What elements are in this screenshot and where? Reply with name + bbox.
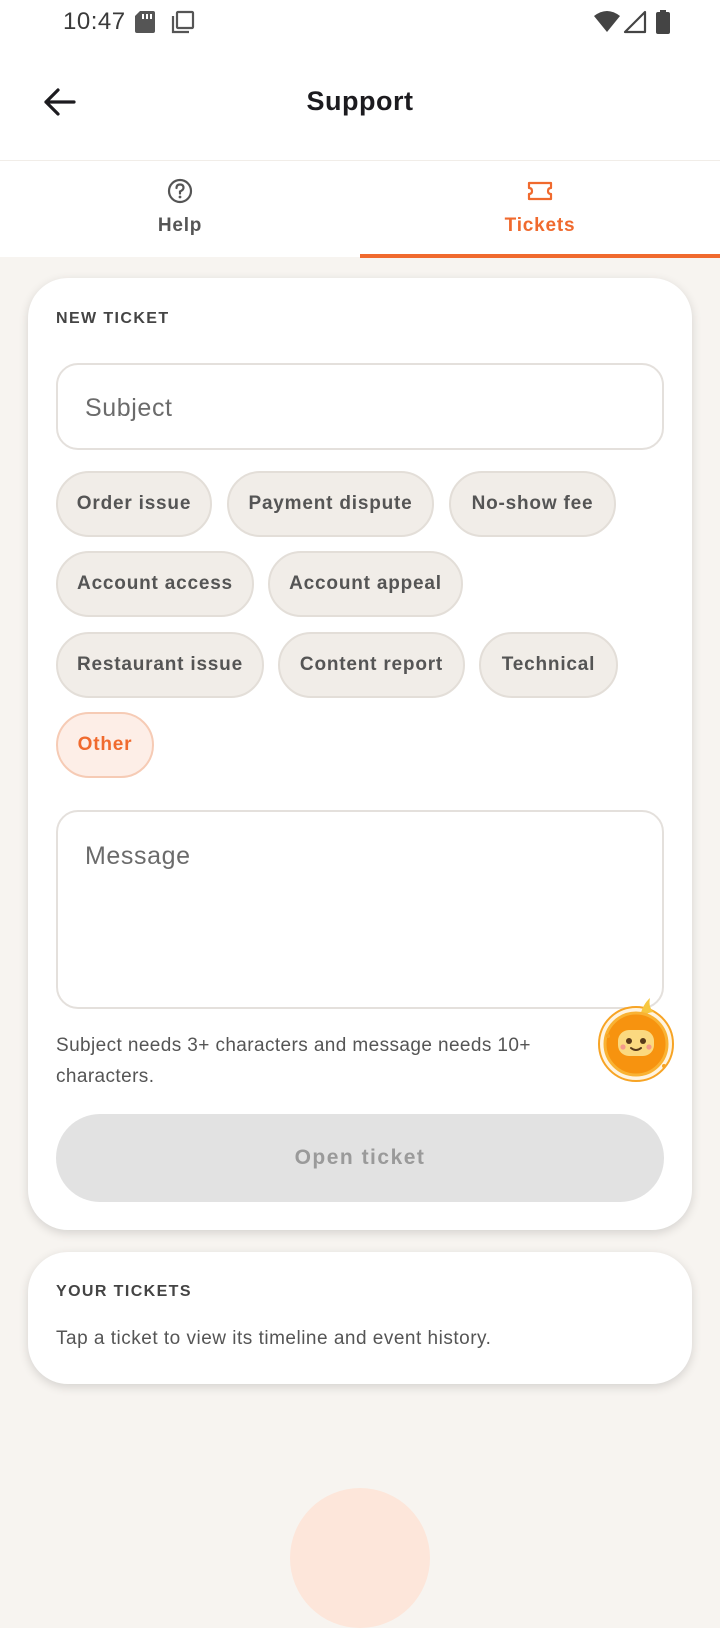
status-time: 10:47 bbox=[63, 8, 126, 35]
subject-input[interactable]: Subject bbox=[56, 363, 664, 450]
tab-indicator bbox=[360, 254, 720, 258]
new-ticket-card: NEW TICKET Subject Order issue Payment d… bbox=[28, 278, 692, 1230]
status-bar: 10:47 bbox=[0, 0, 720, 44]
chip-no-show-fee[interactable]: No-show fee bbox=[449, 471, 616, 537]
decorative-blob bbox=[290, 1488, 430, 1628]
app-bar: Support bbox=[0, 44, 720, 160]
chip-account-access[interactable]: Account access bbox=[56, 551, 254, 617]
subject-placeholder: Subject bbox=[85, 394, 173, 422]
open-ticket-button[interactable]: Open ticket bbox=[56, 1114, 664, 1202]
tab-tickets[interactable]: Tickets bbox=[360, 161, 720, 258]
validation-hint: Subject needs 3+ characters and message … bbox=[56, 1035, 531, 1087]
your-tickets-title: YOUR TICKETS bbox=[56, 1283, 192, 1300]
message-placeholder: Message bbox=[85, 842, 191, 870]
assistant-mascot-button[interactable] bbox=[596, 996, 678, 1086]
tab-help-label: Help bbox=[157, 215, 203, 236]
page-title: Support bbox=[306, 86, 414, 116]
signal-icon bbox=[623, 10, 647, 34]
your-tickets-empty-text: Tap a ticket to view its timeline and ev… bbox=[56, 1328, 492, 1349]
ticket-icon bbox=[527, 181, 553, 201]
chip-content-report[interactable]: Content report bbox=[278, 632, 465, 698]
tab-bar: Help Tickets bbox=[0, 160, 720, 258]
screenshot-icon bbox=[171, 10, 195, 34]
tab-help[interactable]: Help bbox=[0, 161, 360, 258]
new-ticket-title: NEW TICKET bbox=[56, 310, 170, 327]
chip-order-issue[interactable]: Order issue bbox=[56, 471, 212, 537]
your-tickets-card: YOUR TICKETS Tap a ticket to view its ti… bbox=[28, 1252, 692, 1384]
chip-account-appeal[interactable]: Account appeal bbox=[268, 551, 463, 617]
chip-other[interactable]: Other bbox=[56, 712, 154, 778]
sd-card-icon bbox=[135, 11, 155, 33]
tab-tickets-label: Tickets bbox=[504, 215, 576, 236]
chip-technical[interactable]: Technical bbox=[479, 632, 618, 698]
wifi-icon bbox=[594, 11, 620, 32]
battery-icon bbox=[656, 10, 670, 34]
robot-mascot-icon bbox=[598, 998, 674, 1082]
chip-payment-dispute[interactable]: Payment dispute bbox=[227, 471, 434, 537]
message-input[interactable]: Message bbox=[56, 810, 664, 1009]
help-circle-icon bbox=[167, 178, 193, 204]
chip-restaurant-issue[interactable]: Restaurant issue bbox=[56, 632, 264, 698]
